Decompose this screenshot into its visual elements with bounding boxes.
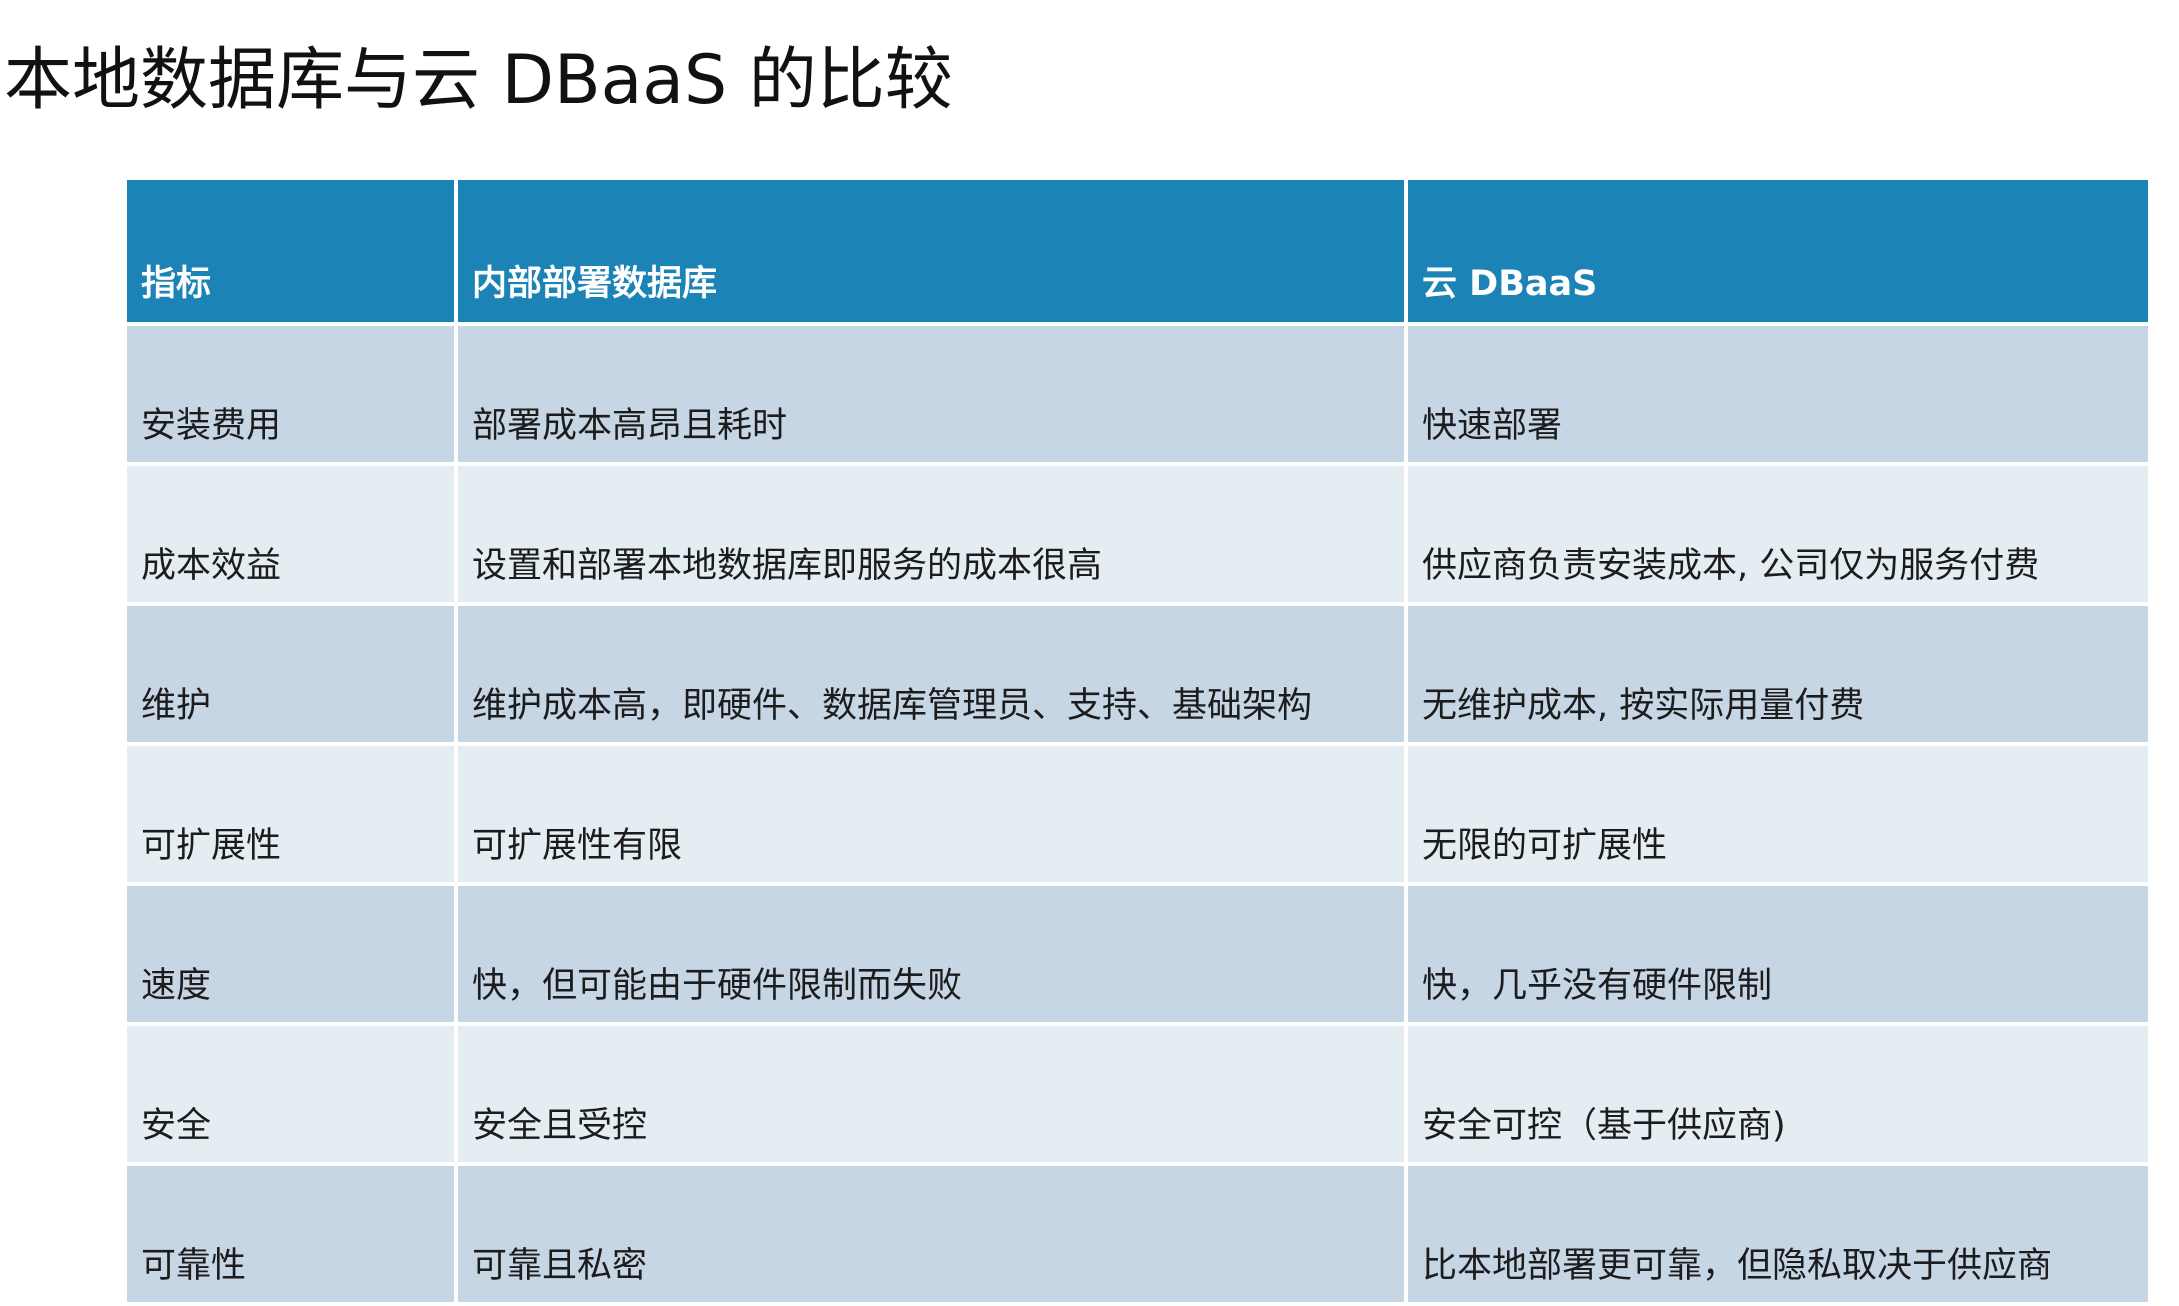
- row-on-premises: 安全且受控: [458, 1026, 1404, 1162]
- table-row: 可扩展性 可扩展性有限 无限的可扩展性: [127, 746, 2148, 882]
- row-cloud-dbaas: 比本地部署更可靠，但隐私取决于供应商: [1408, 1166, 2148, 1302]
- row-on-premises: 可扩展性有限: [458, 746, 1404, 882]
- table-row: 安装费用 部署成本高昂且耗时 快速部署: [127, 326, 2148, 462]
- row-cloud-dbaas: 安全可控（基于供应商): [1408, 1026, 2148, 1162]
- row-cloud-dbaas: 快速部署: [1408, 326, 2148, 462]
- row-metric: 成本效益: [127, 466, 454, 602]
- row-cloud-dbaas: 无限的可扩展性: [1408, 746, 2148, 882]
- row-metric: 维护: [127, 606, 454, 742]
- table-row: 成本效益 设置和部署本地数据库即服务的成本很高 供应商负责安装成本, 公司仅为服…: [127, 466, 2148, 602]
- table-row: 维护 维护成本高，即硬件、数据库管理员、支持、基础架构 无维护成本, 按实际用量…: [127, 606, 2148, 742]
- table-row: 可靠性 可靠且私密 比本地部署更可靠，但隐私取决于供应商: [127, 1166, 2148, 1302]
- header-on-premises: 内部部署数据库: [458, 180, 1404, 322]
- table-row: 安全 安全且受控 安全可控（基于供应商): [127, 1026, 2148, 1162]
- row-on-premises: 快，但可能由于硬件限制而失败: [458, 886, 1404, 1022]
- row-cloud-dbaas: 无维护成本, 按实际用量付费: [1408, 606, 2148, 742]
- table-header-row: 指标 内部部署数据库 云 DBaaS: [127, 180, 2148, 322]
- row-on-premises: 可靠且私密: [458, 1166, 1404, 1302]
- row-cloud-dbaas: 快，几乎没有硬件限制: [1408, 886, 2148, 1022]
- row-on-premises: 维护成本高，即硬件、数据库管理员、支持、基础架构: [458, 606, 1404, 742]
- comparison-table: 指标 内部部署数据库 云 DBaaS 安装费用 部署成本高昂且耗时 快速部署 成…: [123, 176, 2152, 1306]
- row-metric: 可扩展性: [127, 746, 454, 882]
- row-metric: 安全: [127, 1026, 454, 1162]
- row-on-premises: 部署成本高昂且耗时: [458, 326, 1404, 462]
- row-metric: 速度: [127, 886, 454, 1022]
- page-title: 本地数据库与云 DBaaS 的比较: [4, 41, 953, 120]
- row-cloud-dbaas: 供应商负责安装成本, 公司仅为服务付费: [1408, 466, 2148, 602]
- header-cloud-dbaas: 云 DBaaS: [1408, 180, 2148, 322]
- row-metric: 可靠性: [127, 1166, 454, 1302]
- row-metric: 安装费用: [127, 326, 454, 462]
- header-metric: 指标: [127, 180, 454, 322]
- row-on-premises: 设置和部署本地数据库即服务的成本很高: [458, 466, 1404, 602]
- table-row: 速度 快，但可能由于硬件限制而失败 快，几乎没有硬件限制: [127, 886, 2148, 1022]
